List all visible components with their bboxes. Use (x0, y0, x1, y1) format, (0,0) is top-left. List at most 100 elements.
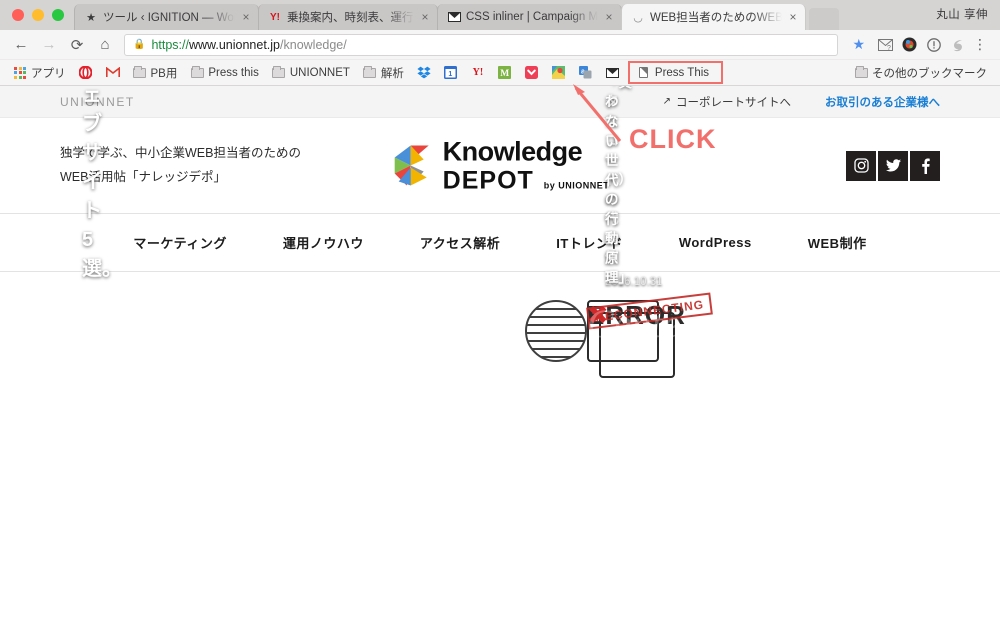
logo-knowledge-text: Knowledge (442, 136, 583, 166)
tab-title: CSS inliner | Campaign Monito (466, 11, 598, 23)
close-window-button[interactable] (12, 9, 24, 21)
profile-name[interactable]: 丸山 享伸 (936, 6, 988, 22)
extension-icons: ? (873, 36, 966, 53)
calendar-icon: 1 (444, 66, 458, 79)
bookmarklet-label: Press This (654, 66, 710, 79)
minimize-window-button[interactable] (32, 9, 44, 21)
clients-link[interactable]: お取引のある企業様へ (825, 94, 940, 110)
instagram-icon[interactable] (846, 150, 876, 181)
close-icon[interactable]: × (787, 11, 799, 23)
close-icon[interactable]: × (419, 11, 431, 23)
bookmark-label: Press this (208, 66, 259, 79)
yahoo-icon: Y! (270, 11, 280, 23)
browser-tab-1[interactable]: ★ ツール ‹ IGNITION — WordPres × (74, 4, 259, 30)
corporate-site-label: コーポレートサイトへ (676, 96, 791, 109)
url-text: https://www.unionnet.jp/knowledge/ (151, 38, 346, 52)
bookmark-star-icon[interactable]: ★ (846, 36, 871, 53)
utility-links: ↗ コーポレートサイトへ お取引のある企業様へ (663, 94, 940, 110)
other-bookmarks-label: その他のブックマーク (872, 67, 987, 80)
social-links (846, 150, 940, 181)
bookmark-dropbox[interactable] (412, 64, 436, 81)
lock-icon: 🔒 (133, 39, 146, 50)
svg-text:1: 1 (449, 71, 453, 78)
colorzilla-ext-icon[interactable] (901, 36, 918, 53)
yahoo-icon: Y! (472, 67, 484, 78)
home-icon[interactable]: ⌂ (92, 32, 118, 58)
gmail-ext-icon[interactable]: ? (877, 36, 894, 53)
bookmark-folder-pb[interactable]: PB用 (128, 63, 183, 83)
campaign-monitor-icon (447, 10, 461, 24)
external-link-icon: ↗ (662, 96, 671, 107)
tab-title: 乗換案内、時刻表、運行情報 - Ya (287, 12, 414, 24)
bookmark-folder-unionnet[interactable]: UNIONNET (267, 64, 355, 81)
other-bookmarks-folder[interactable]: その他のブックマーク (849, 63, 992, 83)
loading-spinner-icon: ◡ (633, 11, 643, 24)
folder-icon (133, 65, 147, 79)
browser-tab-3[interactable]: CSS inliner | Campaign Monito × (437, 4, 622, 30)
browser-window: ★ ツール ‹ IGNITION — WordPres × Y! 乗換案内、時刻… (0, 0, 1000, 632)
bookmark-opera[interactable] (74, 64, 98, 81)
window-controls (8, 0, 74, 30)
star-icon: ★ (86, 11, 96, 24)
kebab-menu-icon[interactable]: ⋮ (968, 37, 992, 51)
browser-tab-4-active[interactable]: ◡ WEB担当者のためのWEB活用帖 × (621, 4, 806, 30)
bookmark-calendar[interactable]: 1 (439, 64, 463, 81)
forward-arrow-icon[interactable]: → (36, 32, 62, 58)
bookmark-evernote[interactable]: M (493, 64, 517, 81)
twitter-icon[interactable] (878, 150, 908, 181)
bookmark-folder-analytics[interactable]: 解析 (358, 63, 409, 83)
campaign-monitor-icon (606, 66, 620, 79)
reload-icon[interactable]: ⟳ (64, 32, 90, 58)
address-bar[interactable]: 🔒 https://www.unionnet.jp/knowledge/ (124, 33, 839, 56)
close-icon[interactable]: × (603, 11, 615, 23)
url-path: /knowledge/ (280, 37, 347, 52)
nav-item-marketing[interactable]: マーケティング (105, 233, 254, 252)
nav-item-analytics[interactable]: アクセス解析 (392, 233, 528, 252)
bookmark-google-maps[interactable] (547, 64, 571, 81)
main-navigation: マーケティング 運用ノウハウ アクセス解析 ITトレンド WordPress W… (0, 214, 1000, 272)
folder-icon (363, 65, 377, 79)
tab-strip: ★ ツール ‹ IGNITION — WordPres × Y! 乗換案内、時刻… (0, 0, 1000, 30)
facebook-icon[interactable] (910, 150, 940, 181)
back-arrow-icon[interactable]: ← (8, 32, 34, 58)
bookmark-label: PB用 (150, 67, 178, 80)
bookmark-campaign-monitor[interactable] (601, 64, 625, 81)
folder-icon (272, 65, 286, 79)
folder-icon (854, 65, 868, 79)
bookmark-google-translate[interactable]: a (574, 64, 598, 81)
gmail-icon (105, 66, 120, 79)
logo-text: Knowledge DEPOT by UNIONNET (443, 138, 610, 193)
tab-title: WEB担当者のためのWEB活用帖 (650, 12, 782, 24)
pocket-icon (525, 66, 539, 79)
browser-tab-2[interactable]: Y! 乗換案内、時刻表、運行情報 - Ya × (258, 4, 438, 30)
bookmarklet-press-this[interactable]: Press This (627, 61, 724, 84)
nav-item-operations[interactable]: 運用ノウハウ (255, 233, 392, 252)
bookmark-apps[interactable]: アプリ (8, 63, 71, 83)
nav-item-wordpress[interactable]: WordPress (651, 235, 780, 250)
info-ext-icon[interactable] (925, 36, 942, 53)
close-icon[interactable]: × (240, 11, 252, 23)
svg-text:?: ? (887, 45, 891, 51)
article-grid: WEB制作 【インディーミュージシャンに学ぶ！】差別化を図る、個性的なウェブサイ… (0, 86, 1000, 378)
page-content: UNIONNET ↗ コーポレートサイトへ お取引のある企業様へ 独学で学ぶ、中… (0, 86, 1000, 632)
bookmark-pocket[interactable] (520, 64, 544, 81)
similarweb-ext-icon[interactable] (949, 36, 966, 53)
url-scheme: https:// (151, 37, 189, 52)
site-logo[interactable]: Knowledge DEPOT by UNIONNET (391, 138, 610, 193)
corporate-site-link[interactable]: ↗ コーポレートサイトへ (663, 94, 791, 110)
site-header: 独学で学ぶ、中小企業WEB担当者のための WEB活用帖「ナレッジデポ」 Know… (0, 118, 1000, 214)
opera-icon (79, 66, 93, 79)
nav-item-web-production[interactable]: WEB制作 (780, 233, 895, 252)
browser-toolbar: ← → ⟳ ⌂ 🔒 https://www.unionnet.jp/knowle… (0, 30, 1000, 60)
folder-icon (190, 65, 204, 79)
bookmark-label: UNIONNET (289, 66, 350, 79)
maximize-window-button[interactable] (52, 9, 64, 21)
url-host: www.unionnet.jp (188, 37, 281, 52)
new-tab-button[interactable] (809, 8, 839, 30)
bookmark-yahoo[interactable]: Y! (466, 64, 490, 81)
bookmarks-bar: アプリ PB用 Press this UNIONNET 解析 1 Y! M a … (0, 60, 1000, 86)
bookmark-gmail[interactable] (101, 64, 125, 81)
utility-bar: UNIONNET ↗ コーポレートサイトへ お取引のある企業様へ (0, 86, 1000, 118)
bookmark-folder-press-this[interactable]: Press this (185, 64, 264, 81)
tab-title: ツール ‹ IGNITION — WordPres (103, 12, 235, 24)
